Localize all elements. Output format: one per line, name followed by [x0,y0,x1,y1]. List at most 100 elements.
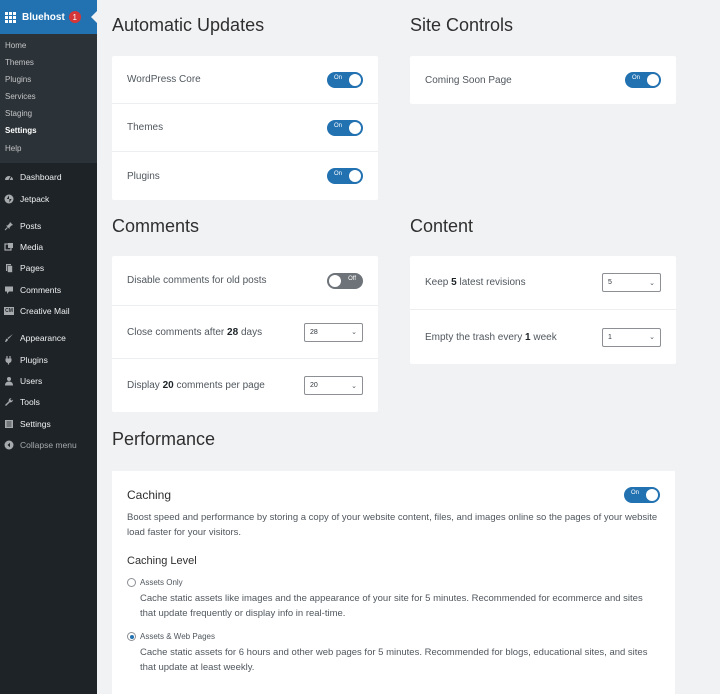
coming-soon-row: Coming Soon Page On [410,56,676,104]
menu-item-posts[interactable]: Posts [0,215,97,236]
menu-label: Media [20,242,44,253]
submenu-item-help[interactable]: Help [0,140,97,157]
disable-old-comments-label: Disable comments for old posts [127,275,267,286]
menu-item-pages[interactable]: Pages [0,258,97,279]
creative-mail-icon: CM [4,307,14,316]
pages-icon [4,263,14,274]
comment-icon [4,285,14,295]
empty-trash-row: Empty the trash every 1 week 1 ⌄ [410,310,676,364]
menu-item-users[interactable]: Users [0,370,97,391]
menu-label: Appearance [20,333,66,344]
caching-description: Boost speed and performance by storing a… [127,512,658,538]
submenu-item-themes[interactable]: Themes [0,54,97,71]
wrench-icon [4,397,14,407]
brand-label: Bluehost [22,11,65,23]
themes-toggle[interactable]: On [327,119,363,136]
menu-label: Jetpack [20,193,50,204]
caching-toggle[interactable]: On [624,487,660,503]
wordpress-core-toggle[interactable]: On [327,71,363,88]
plugins-row: Plugins On [112,152,378,200]
empty-trash-label: Empty the trash every 1 week [425,331,557,343]
submenu-item-home[interactable]: Home [0,37,97,54]
comments-per-page-label: Display 20 comments per page [127,380,265,391]
empty-trash-select[interactable]: 1 ⌄ [602,327,661,347]
chevron-down-icon: ⌄ [649,334,655,341]
menu-label: Collapse menu [20,439,77,450]
performance-title: Performance [112,429,216,449]
menu-label: Comments [20,284,62,295]
comments-card: Disable comments for old posts Off Close… [112,256,378,412]
plugins-label: Plugins [127,170,160,182]
menu-label: Posts [20,220,42,231]
site-controls-card: Coming Soon Page On [410,56,676,104]
menu-item-collapse[interactable]: Collapse menu [0,434,97,455]
menu-item-plugins[interactable]: Plugins [0,349,97,370]
submenu-item-staging[interactable]: Staging [0,105,97,122]
current-menu-arrow [91,10,98,24]
admin-sidebar: Bluehost 1 Home Themes Plugins Services … [0,0,98,694]
assets-web-pages-description: Cache static assets for 6 hours and othe… [140,647,648,673]
submenu-item-settings[interactable]: Settings [0,122,97,139]
menu-label: Dashboard [20,172,62,183]
bluehost-menu-item[interactable]: Bluehost 1 [0,0,98,34]
revisions-label: Keep 5 latest revisions [425,277,526,288]
automatic-updates-card: WordPress Core On Themes On Plugins On [112,56,378,200]
assets-only-radio[interactable] [127,578,136,587]
menu-label: Pages [20,263,45,274]
revisions-row: Keep 5 latest revisions 5 ⌄ [410,256,676,310]
automatic-updates-title: Automatic Updates [112,15,265,35]
menu-item-dashboard[interactable]: Dashboard [0,167,97,188]
pin-icon [4,221,14,231]
menu-item-comments[interactable]: Comments [0,279,97,300]
revisions-select[interactable]: 5 ⌄ [602,273,661,292]
performance-card: Caching On Boost speed and performance b… [112,471,675,694]
close-comments-select[interactable]: 28 ⌄ [304,322,363,342]
assets-web-pages-label: Assets & Web Pages [140,632,215,641]
dashboard-icon [4,172,14,182]
chevron-down-icon: ⌄ [649,279,655,287]
assets-web-pages-radio[interactable] [127,632,136,641]
menu-item-tools[interactable]: Tools [0,392,97,413]
caching-level-title: Caching Level [127,555,197,567]
assets-only-description: Cache static assets like images and the … [140,593,643,619]
content-card: Keep 5 latest revisions 5 ⌄ Empty the tra… [410,256,676,364]
themes-label: Themes [127,122,164,133]
media-icon [4,242,14,252]
assets-only-option[interactable]: Assets Only [127,578,660,587]
assets-only-label: Assets Only [140,578,183,587]
wordpress-core-label: WordPress Core [127,74,201,85]
users-icon [4,376,14,386]
menu-label: Creative Mail [20,306,70,317]
comments-title: Comments [112,216,200,236]
comments-per-page-row: Display 20 comments per page 20 ⌄ [112,359,378,412]
themes-row: Themes On [112,104,378,152]
coming-soon-label: Coming Soon Page [425,74,512,86]
menu-item-appearance[interactable]: Appearance [0,328,97,349]
comments-per-page-select[interactable]: 20 ⌄ [304,376,363,395]
collapse-icon [4,440,14,450]
submenu-item-plugins[interactable]: Plugins [0,71,97,88]
assets-web-pages-option[interactable]: Assets & Web Pages [127,632,660,641]
content-title: Content [410,216,474,236]
plugins-toggle[interactable]: On [327,168,363,184]
chevron-down-icon: ⌄ [351,382,357,390]
notification-badge: 1 [68,11,81,23]
close-comments-row: Close comments after 28 days 28 ⌄ [112,306,378,359]
menu-item-jetpack[interactable]: Jetpack [0,188,97,209]
grid-icon [5,11,16,23]
menu-label: Tools [20,397,40,408]
caching-header: Caching On [127,487,660,503]
disable-old-comments-row: Disable comments for old posts Off [112,256,378,306]
menu-item-creative-mail[interactable]: CM Creative Mail [0,300,97,321]
brush-icon [4,333,14,343]
plugin-icon [4,355,14,365]
menu-item-settings[interactable]: Settings [0,413,97,434]
menu-item-media[interactable]: Media [0,237,97,258]
menu-label: Users [20,375,43,386]
site-controls-title: Site Controls [410,15,514,35]
submenu-item-services[interactable]: Services [0,88,97,105]
coming-soon-toggle[interactable]: On [625,72,661,88]
disable-old-comments-toggle[interactable]: Off [327,272,363,289]
settings-icon [4,419,14,429]
admin-menu: Dashboard Jetpack Posts Media Pages Comm… [0,163,97,456]
